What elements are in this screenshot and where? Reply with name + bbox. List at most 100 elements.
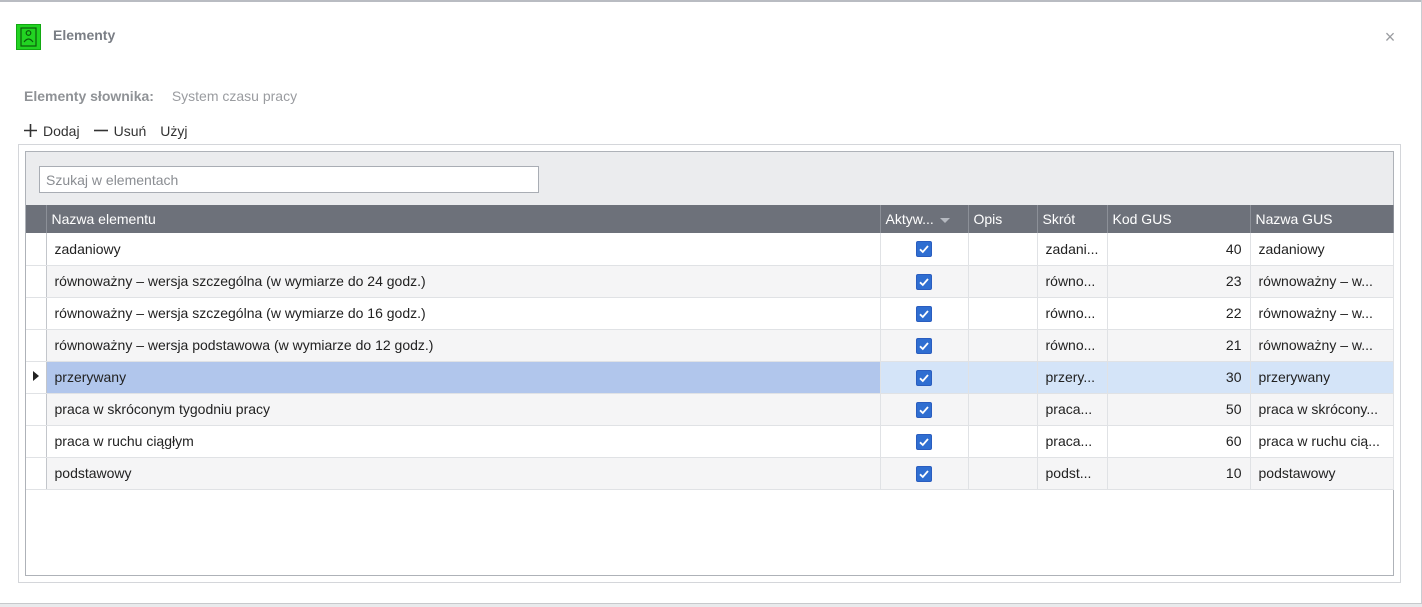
- cell-name[interactable]: praca w skróconym tygodniu pracy: [46, 393, 881, 426]
- cell-active[interactable]: [880, 329, 969, 362]
- cell-short[interactable]: równo...: [1037, 265, 1108, 298]
- cell-name[interactable]: równoważny – wersja szczególna (w wymiar…: [46, 297, 881, 330]
- table-row[interactable]: równoważny – wersja szczególna (w wymiar…: [26, 297, 1394, 330]
- cell-gus-code[interactable]: 60: [1107, 425, 1251, 458]
- close-icon[interactable]: ×: [1381, 26, 1399, 48]
- plus-icon: [24, 122, 37, 140]
- remove-button[interactable]: Usuń: [93, 122, 147, 140]
- row-indicator[interactable]: [26, 425, 47, 458]
- cell-name[interactable]: praca w ruchu ciągłym: [46, 425, 881, 458]
- column-header-description[interactable]: Opis: [968, 205, 1038, 233]
- cell-active[interactable]: [880, 233, 969, 266]
- active-checkbox[interactable]: [916, 465, 932, 482]
- cell-description[interactable]: [968, 297, 1038, 330]
- cell-short[interactable]: równo...: [1037, 297, 1108, 330]
- remove-button-label: Usuń: [113, 123, 147, 139]
- active-checkbox[interactable]: [916, 401, 932, 418]
- table-row[interactable]: przerywany przery... 30 przerywany: [26, 361, 1394, 394]
- cell-description[interactable]: [968, 233, 1038, 266]
- dictionary-value: System czasu pracy: [171, 88, 298, 104]
- cell-description[interactable]: [968, 361, 1038, 394]
- active-checkbox[interactable]: [916, 433, 932, 450]
- cell-short[interactable]: praca...: [1037, 393, 1108, 426]
- cell-gus-name[interactable]: przerywany: [1250, 361, 1394, 394]
- minus-icon: [93, 122, 108, 140]
- row-indicator[interactable]: [26, 265, 47, 298]
- table-row[interactable]: równoważny – wersja podstawowa (w wymiar…: [26, 329, 1394, 362]
- column-header-short[interactable]: Skrót: [1037, 205, 1108, 233]
- cell-gus-code[interactable]: 30: [1107, 361, 1251, 394]
- cell-short[interactable]: zadani...: [1037, 233, 1108, 266]
- cell-name[interactable]: zadaniowy: [46, 233, 881, 266]
- active-checkbox[interactable]: [916, 337, 932, 354]
- window-title: Elementy: [53, 27, 116, 43]
- column-header-active[interactable]: Aktyw...: [880, 205, 969, 233]
- cell-description[interactable]: [968, 329, 1038, 362]
- table-row[interactable]: zadaniowy zadani... 40 zadaniowy: [26, 233, 1394, 266]
- cell-gus-name[interactable]: równoważny – w...: [1250, 329, 1394, 362]
- cell-name[interactable]: podstawowy: [46, 457, 881, 490]
- cell-short[interactable]: przery...: [1037, 361, 1108, 394]
- add-button[interactable]: Dodaj: [24, 122, 80, 140]
- cell-gus-name[interactable]: praca w ruchu cią...: [1250, 425, 1394, 458]
- cell-description[interactable]: [968, 425, 1038, 458]
- cell-gus-code[interactable]: 22: [1107, 297, 1251, 330]
- column-header-gus-name[interactable]: Nazwa GUS: [1250, 205, 1394, 233]
- cell-description[interactable]: [968, 265, 1038, 298]
- use-button[interactable]: Użyj: [160, 123, 187, 139]
- row-indicator[interactable]: [26, 233, 47, 266]
- row-indicator[interactable]: [26, 297, 47, 330]
- cell-active[interactable]: [880, 425, 969, 458]
- cell-gus-name[interactable]: podstawowy: [1250, 457, 1394, 490]
- search-input[interactable]: [39, 166, 539, 193]
- app-logo-icon: [16, 24, 41, 50]
- row-indicator[interactable]: [26, 457, 47, 490]
- active-checkbox[interactable]: [916, 369, 932, 386]
- column-header-name[interactable]: Nazwa elementu: [46, 205, 881, 233]
- cell-gus-code[interactable]: 50: [1107, 393, 1251, 426]
- cell-active[interactable]: [880, 297, 969, 330]
- cell-gus-code[interactable]: 21: [1107, 329, 1251, 362]
- window-bottom-strip: [0, 603, 1422, 607]
- add-button-label: Dodaj: [43, 123, 80, 139]
- cell-gus-code[interactable]: 23: [1107, 265, 1251, 298]
- column-header-gus-code[interactable]: Kod GUS: [1107, 205, 1251, 233]
- active-checkbox[interactable]: [916, 273, 932, 290]
- table-row[interactable]: równoważny – wersja szczególna (w wymiar…: [26, 265, 1394, 298]
- cell-gus-code[interactable]: 40: [1107, 233, 1251, 266]
- row-indicator[interactable]: [26, 329, 47, 362]
- active-checkbox[interactable]: [916, 241, 932, 258]
- cell-name[interactable]: równoważny – wersja szczególna (w wymiar…: [46, 265, 881, 298]
- cell-short[interactable]: praca...: [1037, 425, 1108, 458]
- row-indicator[interactable]: [26, 393, 47, 426]
- header-indicator: [26, 205, 47, 233]
- table-row[interactable]: podstawowy podst... 10 podstawowy: [26, 457, 1394, 490]
- table-row[interactable]: praca w skróconym tygodniu pracy praca...…: [26, 393, 1394, 426]
- column-header-active-label: Aktyw...: [885, 211, 934, 227]
- cell-description[interactable]: [968, 393, 1038, 426]
- elements-table: Nazwa elementu Aktyw... Opis Skrót Kod G…: [26, 205, 1394, 490]
- cell-short[interactable]: podst...: [1037, 457, 1108, 490]
- row-pointer-icon: [32, 370, 39, 384]
- cell-gus-name[interactable]: zadaniowy: [1250, 233, 1394, 266]
- cell-short[interactable]: równo...: [1037, 329, 1108, 362]
- sort-dropdown-icon[interactable]: [939, 217, 950, 223]
- cell-name[interactable]: równoważny – wersja podstawowa (w wymiar…: [46, 329, 881, 362]
- table-row[interactable]: praca w ruchu ciągłym praca... 60 praca w r…: [26, 425, 1394, 458]
- active-checkbox[interactable]: [916, 305, 932, 322]
- search-area: [26, 152, 1393, 205]
- cell-gus-name[interactable]: równoważny – w...: [1250, 265, 1394, 298]
- cell-name[interactable]: przerywany: [46, 361, 881, 394]
- cell-active[interactable]: [880, 361, 969, 394]
- cell-active[interactable]: [880, 265, 969, 298]
- cell-active[interactable]: [880, 457, 969, 490]
- cell-gus-name[interactable]: praca w skrócony...: [1250, 393, 1394, 426]
- cell-active[interactable]: [880, 393, 969, 426]
- cell-gus-code[interactable]: 10: [1107, 457, 1251, 490]
- row-indicator[interactable]: [26, 361, 47, 394]
- cell-description[interactable]: [968, 457, 1038, 490]
- table-header: Nazwa elementu Aktyw... Opis Skrót Kod G…: [26, 205, 1394, 233]
- grid-panel: Nazwa elementu Aktyw... Opis Skrót Kod G…: [25, 151, 1394, 576]
- cell-gus-name[interactable]: równoważny – w...: [1250, 297, 1394, 330]
- toolbar: Dodaj Usuń Użyj: [24, 120, 202, 142]
